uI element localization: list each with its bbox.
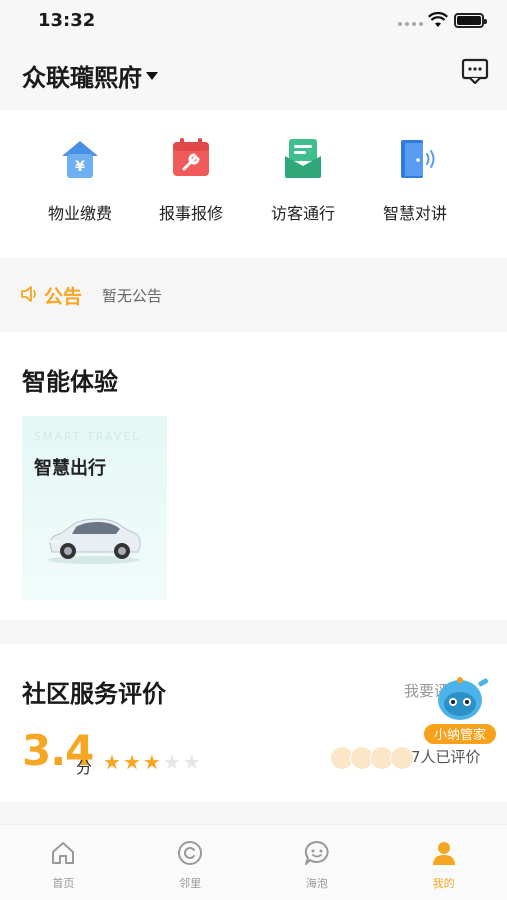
community-name: 众联瓏熙府 <box>22 64 142 92</box>
quick-action-property-fee[interactable]: ¥ 物业缴费 <box>24 134 136 224</box>
repair-icon <box>173 138 209 176</box>
notice-text: 暂无公告 <box>102 287 163 305</box>
status-time: 13:32 <box>38 10 96 31</box>
rating-stars: ★ ★ ★ ★ ★ <box>103 752 201 772</box>
tab-label: 邻里 <box>179 877 202 890</box>
smart-travel-card[interactable]: SMART TRAVEL 智慧出行 <box>22 416 167 600</box>
notice-bar[interactable]: 公告 暂无公告 <box>0 258 507 332</box>
section-title: 智能体验 <box>22 368 118 396</box>
smart-experience-section: 智能体验 SMART TRAVEL 智慧出行 <box>0 332 507 620</box>
community-selector[interactable]: 众联瓏熙府 <box>22 58 158 93</box>
star-icon: ★ <box>103 750 121 774</box>
tab-neighbor[interactable]: 邻里 <box>127 825 254 900</box>
svg-text:¥: ¥ <box>75 159 85 175</box>
tab-label: 海泡 <box>305 877 328 890</box>
rating-unit: 分 <box>76 758 93 777</box>
visitor-pass-icon <box>285 139 321 178</box>
wifi-icon <box>428 12 448 27</box>
rater-avatars <box>330 746 414 770</box>
neighbor-icon <box>178 841 203 865</box>
notice-tag: 公告 <box>44 286 83 308</box>
card-title: 智慧出行 <box>34 458 106 479</box>
assistant-robot[interactable]: 小纳管家 <box>420 670 498 752</box>
quick-actions: ¥ 物业缴费 报事报修 访客通行 智慧对讲 <box>0 110 507 258</box>
property-fee-icon: ¥ <box>62 141 98 178</box>
quick-action-intercom[interactable]: 智慧对讲 <box>359 134 471 224</box>
battery-icon <box>454 13 487 28</box>
signal-icon <box>398 22 423 26</box>
star-icon: ★ <box>182 750 201 774</box>
quick-action-label: 访客通行 <box>270 204 335 223</box>
assistant-label: 小纳管家 <box>422 722 498 746</box>
tab-chat[interactable]: 海泡 <box>254 825 381 900</box>
quick-action-visitor[interactable]: 访客通行 <box>247 134 359 224</box>
tab-label: 首页 <box>52 877 75 890</box>
tab-home[interactable]: 首页 <box>0 825 127 900</box>
caret-down-icon <box>146 71 158 80</box>
header: 众联瓏熙府 <box>0 44 507 110</box>
quick-action-repair[interactable]: 报事报修 <box>135 134 247 224</box>
quick-action-label: 物业缴费 <box>47 204 112 223</box>
quick-action-label: 智慧对讲 <box>382 204 447 223</box>
tab-profile[interactable]: 我的 <box>380 825 507 900</box>
section-title: 社区服务评价 <box>22 680 166 708</box>
message-icon[interactable] <box>460 56 490 86</box>
speaker-icon <box>21 286 36 302</box>
robot-icon <box>438 677 489 720</box>
star-icon: ★ <box>122 750 141 774</box>
tab-label: 我的 <box>432 877 455 890</box>
tab-bar: 首页 邻里 海泡 我的 <box>0 824 507 900</box>
intercom-icon <box>401 140 435 178</box>
quick-action-label: 报事报修 <box>158 204 223 223</box>
car-icon <box>48 518 141 564</box>
profile-icon <box>432 842 455 865</box>
chat-icon <box>304 840 329 865</box>
star-icon: ★ <box>162 750 181 774</box>
star-icon: ★ <box>142 750 161 774</box>
card-eng-label: SMART TRAVEL <box>34 430 141 443</box>
status-bar: 13:32 <box>0 0 507 44</box>
home-icon <box>52 842 75 864</box>
